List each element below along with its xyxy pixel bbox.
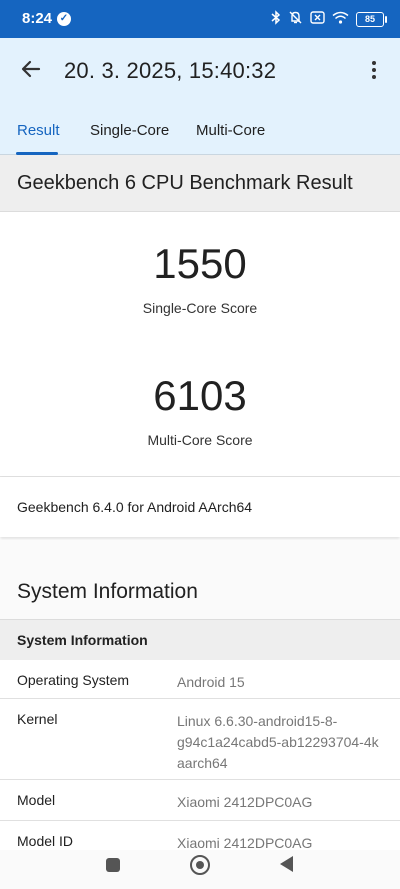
row-value: Xiaomi 2412DPC0AG — [177, 794, 313, 810]
wifi-icon — [332, 11, 349, 27]
row-key: Kernel — [17, 711, 58, 727]
bluetooth-icon — [271, 10, 281, 28]
row-key: Model ID — [17, 833, 74, 849]
tab-multi-core[interactable]: Multi-Core — [196, 122, 265, 139]
status-icons: 85 — [271, 10, 387, 28]
home-button[interactable] — [190, 855, 210, 875]
table-row: Kernel Linux 6.6.30-android15-8-g94c1a24… — [0, 699, 400, 780]
battery-icon: 85 — [356, 11, 387, 27]
single-core-score: 1550 — [153, 240, 247, 287]
system-information-subheading: System Information — [17, 632, 148, 648]
system-back-button[interactable] — [280, 856, 293, 872]
result-section-header: Geekbench 6 CPU Benchmark Result — [0, 155, 400, 212]
table-row: Model Xiaomi 2412DPC0AG — [0, 780, 400, 821]
system-information-section: System Information System Information Op… — [0, 540, 400, 850]
table-row: Model ID Xiaomi 2412DPC0AG — [0, 821, 400, 850]
system-information-subheader: System Information — [0, 619, 400, 661]
multi-core-score-label: Multi-Core Score — [147, 432, 253, 448]
row-value: Linux 6.6.30-android15-8-g94c1a24cabd5-a… — [177, 713, 379, 771]
table-row: Operating System Android 15 — [0, 660, 400, 699]
check-circle-icon: ✓ — [57, 12, 71, 26]
tab-single-core[interactable]: Single-Core — [90, 122, 169, 139]
row-key: Operating System — [17, 672, 130, 688]
version-text: Geekbench 6.4.0 for Android AArch64 — [17, 499, 253, 515]
row-value: Android 15 — [177, 674, 245, 690]
page-title: 20. 3. 2025, 15:40:32 — [64, 58, 277, 83]
single-core-score-label: Single-Core Score — [142, 300, 258, 316]
row-key: Model — [17, 792, 56, 808]
app-bar: 20. 3. 2025, 15:40:32 — [0, 38, 400, 102]
score-card: 1550 Single-Core Score 6103 Multi-Core S… — [0, 212, 400, 477]
back-button[interactable] — [16, 54, 46, 84]
bell-off-icon — [288, 10, 303, 28]
row-value: Xiaomi 2412DPC0AG — [177, 835, 313, 850]
multi-core-score: 6103 — [153, 372, 247, 419]
more-options-button[interactable] — [362, 56, 386, 84]
result-heading: Geekbench 6 CPU Benchmark Result — [17, 172, 353, 194]
version-row: Geekbench 6.4.0 for Android AArch64 — [0, 477, 400, 537]
status-bar: 8:24 ✓ 85 — [0, 0, 400, 38]
recent-apps-button[interactable] — [106, 858, 120, 872]
tab-bar: Result Single-Core Multi-Core — [0, 102, 400, 155]
more-vertical-icon — [372, 61, 376, 79]
sim-icon — [310, 11, 325, 27]
tab-result[interactable]: Result — [17, 122, 60, 139]
navigation-bar — [0, 850, 400, 889]
status-time: 8:24 — [22, 10, 53, 27]
arrow-left-icon — [21, 60, 41, 78]
system-information-title: System Information — [17, 580, 198, 603]
